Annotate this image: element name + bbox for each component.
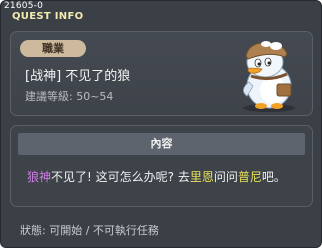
content-text-part: 吧。 <box>261 170 286 184</box>
content-text: 狼神不见了! 这可怎么办呢? 去里恩问问普尼吧。 <box>27 168 286 185</box>
window-title: QUEST INFO <box>12 11 84 22</box>
job-badge: 職業 <box>20 40 86 57</box>
quest-info-window: 21605-0 QUEST INFO 職業 [战神] 不见了的狼 建議等級: 5… <box>0 0 322 248</box>
level-requirement: 建議等級: 50~54 <box>25 90 114 103</box>
content-text-part: 不见了! 这可怎么办呢? 去 <box>51 170 190 184</box>
quest-id-label: 21605-0 <box>4 1 44 11</box>
quest-summary-panel: 職業 [战神] 不见了的狼 建議等級: 50~54 <box>10 31 313 116</box>
content-text-part: 问问 <box>213 170 238 184</box>
quest-name: [战神] 不见了的狼 <box>25 69 131 84</box>
highlight-puni: 普尼 <box>237 170 262 184</box>
quest-content-panel: 內容 狼神不见了! 这可怎么办呢? 去里恩问问普尼吧。 <box>10 125 313 207</box>
penguin-npc-icon <box>243 41 295 112</box>
highlight-lien: 里恩 <box>189 170 214 184</box>
quest-status: 狀態: 可開始 / 不可執行任務 <box>20 224 159 237</box>
content-header: 內容 <box>18 133 305 155</box>
highlight-wolf-god: 狼神 <box>27 170 52 184</box>
